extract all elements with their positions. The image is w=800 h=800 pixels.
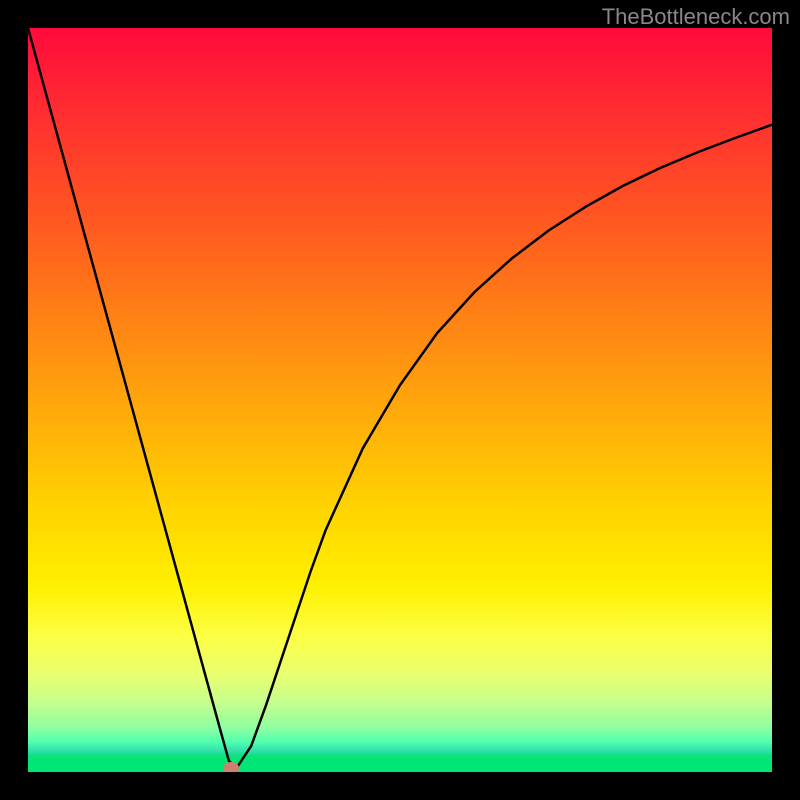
curve-svg: [28, 28, 772, 772]
watermark-text: TheBottleneck.com: [602, 4, 790, 30]
optimal-point-marker: [223, 762, 239, 772]
chart-plot-area: [28, 28, 772, 772]
bottleneck-curve: [28, 28, 772, 768]
